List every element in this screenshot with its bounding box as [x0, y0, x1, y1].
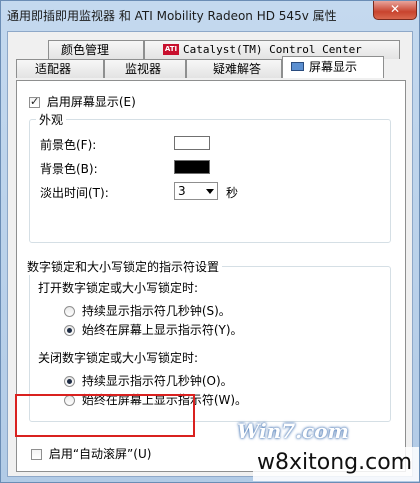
tab-label: 屏幕显示	[309, 60, 358, 74]
radio-icon	[64, 306, 75, 317]
foreground-color-label: 前景色(F):	[40, 138, 97, 152]
monitor-icon	[291, 62, 304, 71]
background-color-label: 背景色(B):	[40, 162, 98, 176]
lock-indicator-group-title: 数字锁定和大小写锁定的指示符设置	[24, 258, 223, 275]
enable-osd-checkbox[interactable]: 启用屏幕显示(E)	[29, 93, 136, 110]
tab-label: 颜色管理	[61, 43, 110, 57]
enable-osd-label: 启用屏幕显示(E)	[46, 95, 136, 109]
auto-scroll-label: 启用“自动滚屏”(U)	[48, 447, 152, 461]
fade-time-unit: 秒	[226, 186, 239, 200]
enable-auto-scroll-checkbox[interactable]: 启用“自动滚屏”(U)	[31, 445, 151, 462]
lock-on-option-always[interactable]: 始终在屏幕上显示指示符(Y)。	[64, 321, 243, 338]
tab-label: 疑难解答	[213, 62, 262, 76]
tab-adapter[interactable]: 适配器	[16, 59, 104, 78]
radio-selected-icon	[64, 376, 75, 387]
appearance-group-title: 外观	[36, 111, 67, 128]
appearance-group: 外观 前景色(F): 背景色(B): 淡出时间(T): 3 秒	[29, 111, 391, 243]
close-button[interactable]: ✕	[373, 1, 417, 20]
radio-label: 持续显示指示符几秒钟(O)。	[81, 374, 233, 388]
chevron-down-icon	[206, 189, 214, 194]
lock-on-option-seconds[interactable]: 持续显示指示符几秒钟(S)。	[64, 302, 231, 319]
tab-label: 监视器	[125, 62, 162, 76]
lock-off-option-seconds[interactable]: 持续显示指示符几秒钟(O)。	[64, 372, 233, 389]
tab-monitor[interactable]: 监视器	[104, 59, 186, 78]
checkbox-checked-icon	[29, 95, 40, 108]
highlight-annotation-box	[15, 394, 195, 437]
properties-window: 通用即插即用监视器 和 ATI Mobility Radeon HD 545v …	[0, 0, 420, 483]
window-title: 通用即插即用监视器 和 ATI Mobility Radeon HD 545v …	[7, 9, 337, 23]
checkbox-unchecked-icon	[31, 449, 42, 460]
lock-on-heading: 打开数字锁定或大小写锁定时:	[38, 281, 199, 295]
tab-color-management[interactable]: 颜色管理	[48, 40, 144, 59]
ati-logo-icon: ATI	[163, 44, 179, 55]
fade-time-select[interactable]: 3	[174, 182, 218, 200]
watermark-site-text: w8xitong.com	[253, 447, 419, 481]
tab-label: Catalyst(TM) Control Center	[183, 43, 362, 56]
radio-label: 持续显示指示符几秒钟(S)。	[81, 304, 231, 318]
lock-off-heading: 关闭数字锁定或大小写锁定时:	[38, 351, 199, 365]
tab-label: 适配器	[35, 62, 72, 76]
title-bar: 通用即插即用监视器 和 ATI Mobility Radeon HD 545v …	[1, 1, 419, 31]
foreground-color-picker[interactable]	[174, 136, 210, 150]
tab-osd[interactable]: 屏幕显示	[282, 56, 384, 78]
tab-troubleshoot[interactable]: 疑难解答	[186, 59, 282, 78]
fade-time-label: 淡出时间(T):	[40, 186, 109, 200]
radio-label: 始终在屏幕上显示指示符(Y)。	[81, 323, 243, 337]
background-color-picker[interactable]	[174, 160, 210, 174]
fade-time-value: 3	[178, 184, 186, 198]
radio-selected-icon	[64, 325, 75, 336]
watermark-logo: Win7.com	[237, 419, 349, 443]
